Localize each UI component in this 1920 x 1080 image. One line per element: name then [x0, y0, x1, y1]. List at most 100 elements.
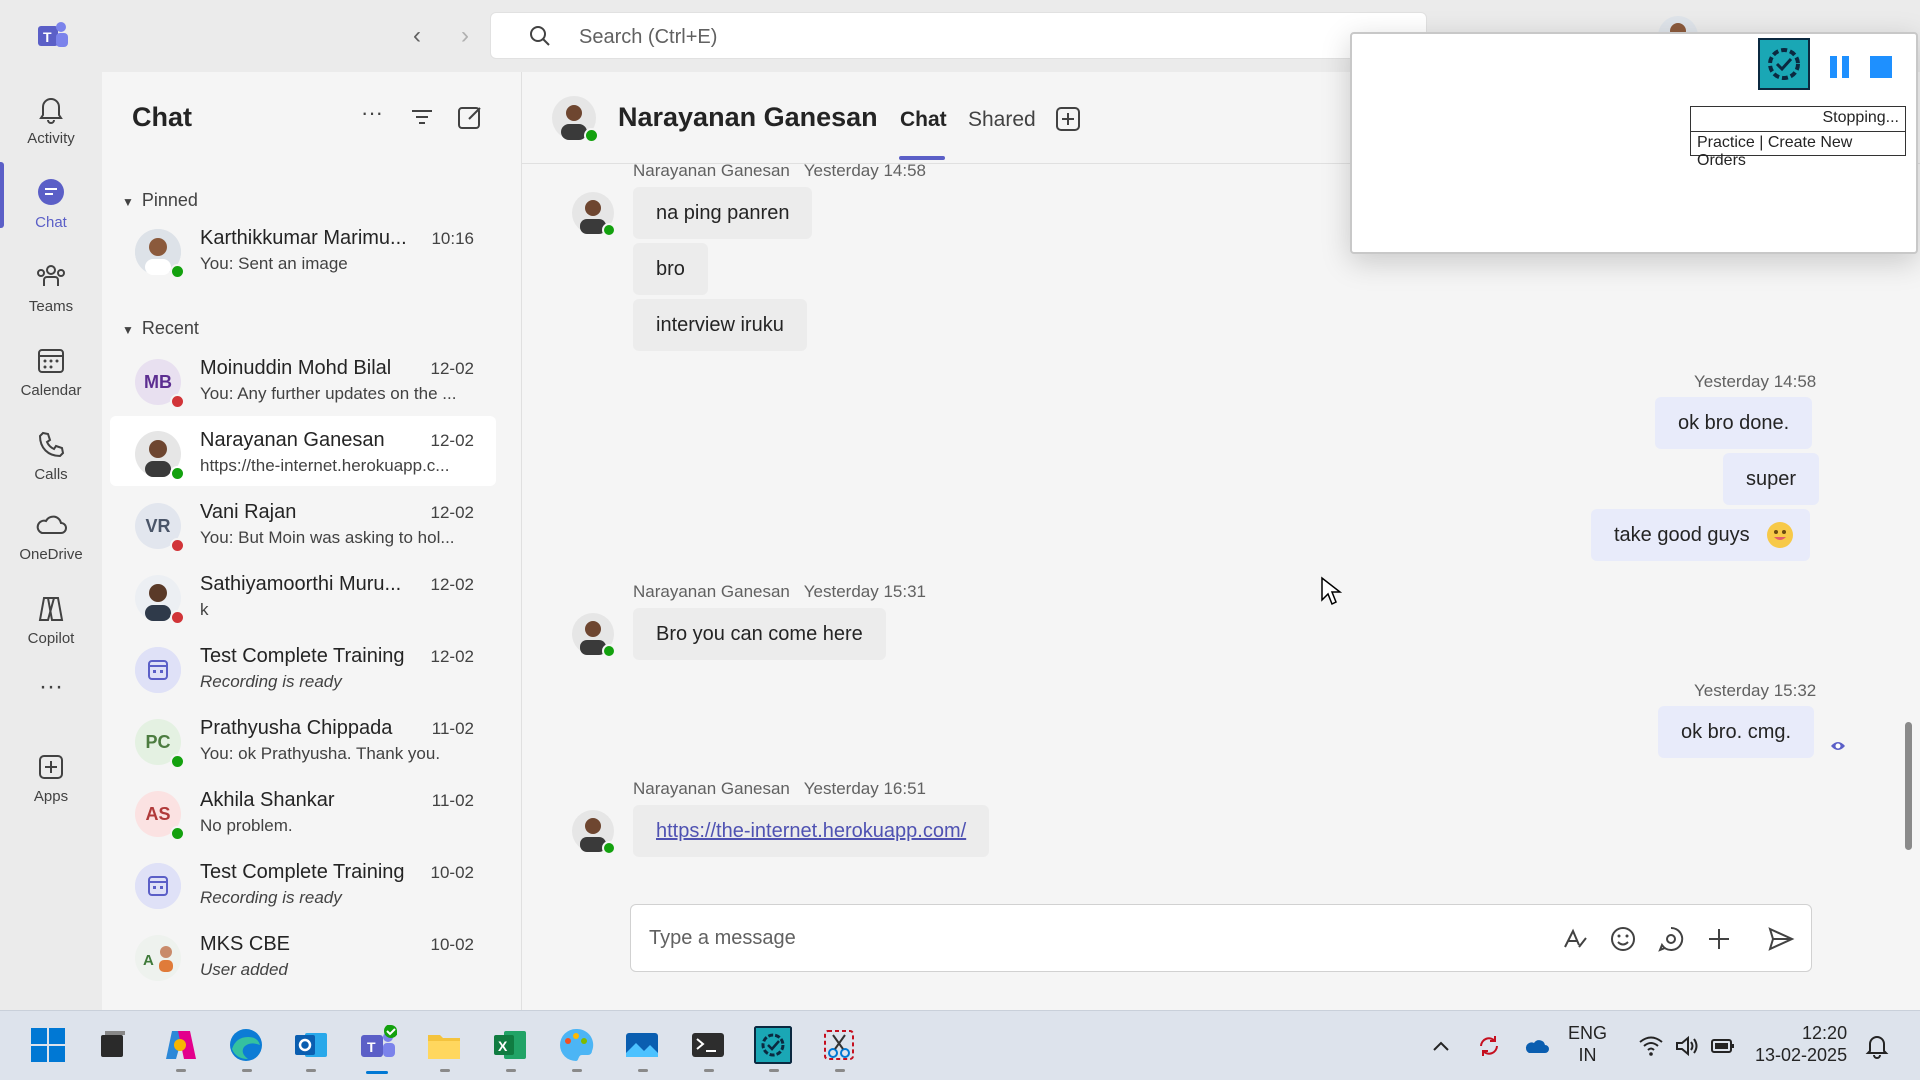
- format-icon[interactable]: [1561, 925, 1589, 953]
- message-bubble[interactable]: https://the-internet.herokuapp.com/: [633, 805, 990, 857]
- wifi-icon[interactable]: [1638, 1033, 1664, 1059]
- edge-browser-icon[interactable]: [226, 1025, 266, 1065]
- add-tab-icon[interactable]: [1055, 106, 1081, 132]
- search-input[interactable]: Search (Ctrl+E): [490, 12, 1427, 59]
- chat-item[interactable]: Test Complete Training 12-02 Recording i…: [110, 632, 496, 702]
- teams-icon: [37, 265, 65, 286]
- rail-onedrive[interactable]: OneDrive: [0, 500, 102, 580]
- chat-list-title: Chat: [132, 102, 192, 132]
- meeting-icon: [135, 863, 181, 909]
- message-bubble[interactable]: super: [1723, 453, 1820, 505]
- filter-icon[interactable]: [407, 102, 437, 132]
- outlook-icon[interactable]: [291, 1025, 331, 1065]
- phone-icon: [38, 431, 65, 458]
- presence-busy: [170, 610, 185, 625]
- teams-logo-icon[interactable]: T: [30, 18, 70, 54]
- notification-bell-icon[interactable]: [1864, 1033, 1890, 1059]
- running-indicator: [242, 1069, 252, 1072]
- message-bubble[interactable]: interview iruku: [633, 299, 807, 351]
- search-icon: [530, 26, 550, 46]
- loop-component-icon[interactable]: [1657, 925, 1685, 953]
- new-chat-icon[interactable]: [455, 102, 485, 132]
- calendar-icon: [38, 349, 64, 373]
- presence-available: [170, 466, 185, 481]
- chat-item-selected[interactable]: Narayanan Ganesan 12-02 https://the-inte…: [110, 416, 496, 486]
- app-rail: Activity Chat Teams Calendar Calls OneDr…: [0, 72, 102, 1010]
- rail-calendar[interactable]: Calendar: [0, 336, 102, 416]
- chat-item[interactable]: Test Complete Training 10-02 Recording i…: [110, 848, 496, 918]
- volume-icon[interactable]: [1674, 1033, 1700, 1059]
- rail-chat[interactable]: Chat: [0, 168, 102, 248]
- rail-more-icon[interactable]: ···: [0, 672, 102, 712]
- message-meta: Yesterday 15:32: [1694, 681, 1817, 700]
- testcomplete-gear-icon[interactable]: [1758, 38, 1810, 90]
- pause-icon[interactable]: [1828, 56, 1852, 78]
- presence-available: [602, 841, 616, 855]
- tab-chat[interactable]: Chat: [900, 108, 947, 132]
- chat-item[interactable]: VR Vani Rajan 12-02 You: But Moin was as…: [110, 488, 496, 558]
- svg-text:T: T: [43, 29, 52, 45]
- presence-available: [602, 644, 616, 658]
- back-arrow-icon[interactable]: ‹: [402, 22, 432, 52]
- photos-icon[interactable]: [622, 1025, 662, 1065]
- battery-icon[interactable]: [1710, 1033, 1736, 1059]
- message-meta: Narayanan Ganesan Yesterday 16:51: [633, 779, 927, 798]
- forward-arrow-icon[interactable]: ›: [450, 22, 480, 52]
- cloud-icon: [36, 515, 67, 534]
- chat-item[interactable]: AS Akhila Shankar 11-02 No problem.: [110, 776, 496, 846]
- rail-activity[interactable]: Activity: [0, 84, 102, 164]
- start-windows-icon[interactable]: [28, 1025, 68, 1065]
- teams-app-icon[interactable]: T: [357, 1025, 397, 1065]
- tab-shared[interactable]: Shared: [968, 108, 1036, 132]
- emoji-icon[interactable]: [1609, 925, 1637, 953]
- language-indicator[interactable]: ENG IN: [1568, 1022, 1607, 1066]
- chat-icon: [38, 179, 64, 205]
- message-link[interactable]: https://the-internet.herokuapp.com/: [656, 820, 966, 842]
- task-view-icon[interactable]: [93, 1025, 133, 1065]
- bell-icon: [39, 98, 63, 124]
- section-pinned[interactable]: ▼ Pinned: [122, 190, 198, 211]
- copilot-app-icon[interactable]: [160, 1025, 200, 1065]
- terminal-icon[interactable]: [688, 1025, 728, 1065]
- active-app-indicator: [366, 1071, 388, 1074]
- chat-item[interactable]: Karthikkumar Marimu... 10:16 You: Sent a…: [110, 214, 496, 284]
- message-composer[interactable]: Type a message: [630, 904, 1812, 972]
- message-meta: Yesterday 14:58: [1694, 372, 1817, 391]
- rail-calls[interactable]: Calls: [0, 420, 102, 500]
- chat-item[interactable]: MB Moinuddin Mohd Bilal 12-02 You: Any f…: [110, 344, 496, 414]
- add-icon[interactable]: [1705, 925, 1733, 953]
- stop-icon[interactable]: [1870, 56, 1892, 78]
- rail-teams[interactable]: Teams: [0, 252, 102, 332]
- presence-available: [170, 754, 185, 769]
- running-indicator: [440, 1069, 450, 1072]
- section-recent[interactable]: ▼ Recent: [122, 318, 199, 339]
- message-bubble[interactable]: na ping panren: [633, 187, 813, 239]
- onedrive-cloud-icon[interactable]: [1524, 1033, 1550, 1059]
- meeting-icon: [135, 647, 181, 693]
- message-bubble[interactable]: Bro you can come here: [633, 608, 886, 660]
- more-options-icon[interactable]: ···: [357, 102, 387, 132]
- chat-item[interactable]: PC Prathyusha Chippada 11-02 You: ok Pra…: [110, 704, 496, 774]
- send-icon[interactable]: [1767, 925, 1795, 953]
- clock[interactable]: 12:20 13-02-2025: [1755, 1022, 1847, 1066]
- avatar[interactable]: [552, 96, 599, 143]
- chat-item[interactable]: A MKS CBE 10-02 User added: [110, 920, 496, 990]
- message-bubble[interactable]: ok bro. cmg.: [1658, 706, 1815, 758]
- message-bubble[interactable]: ok bro done.: [1655, 397, 1813, 449]
- running-indicator: [835, 1069, 845, 1072]
- rail-apps[interactable]: Apps: [0, 742, 102, 822]
- group-avatar: A: [135, 935, 181, 981]
- paint-icon[interactable]: [556, 1025, 596, 1065]
- message-bubble[interactable]: take good guys: [1591, 509, 1810, 561]
- scrollbar-thumb[interactable]: [1905, 722, 1912, 850]
- snipping-tool-icon[interactable]: [819, 1025, 859, 1065]
- chevron-up-icon[interactable]: [1428, 1033, 1454, 1059]
- rail-copilot[interactable]: Copilot: [0, 584, 102, 664]
- testcomplete-app-icon[interactable]: [753, 1025, 793, 1065]
- file-explorer-icon[interactable]: [424, 1025, 464, 1065]
- chat-item[interactable]: Sathiyamoorthi Muru... 12-02 k: [110, 560, 496, 630]
- tab-underline: [899, 156, 945, 160]
- excel-icon[interactable]: X: [490, 1025, 530, 1065]
- sync-icon[interactable]: [1476, 1033, 1502, 1059]
- message-bubble[interactable]: bro: [633, 243, 708, 295]
